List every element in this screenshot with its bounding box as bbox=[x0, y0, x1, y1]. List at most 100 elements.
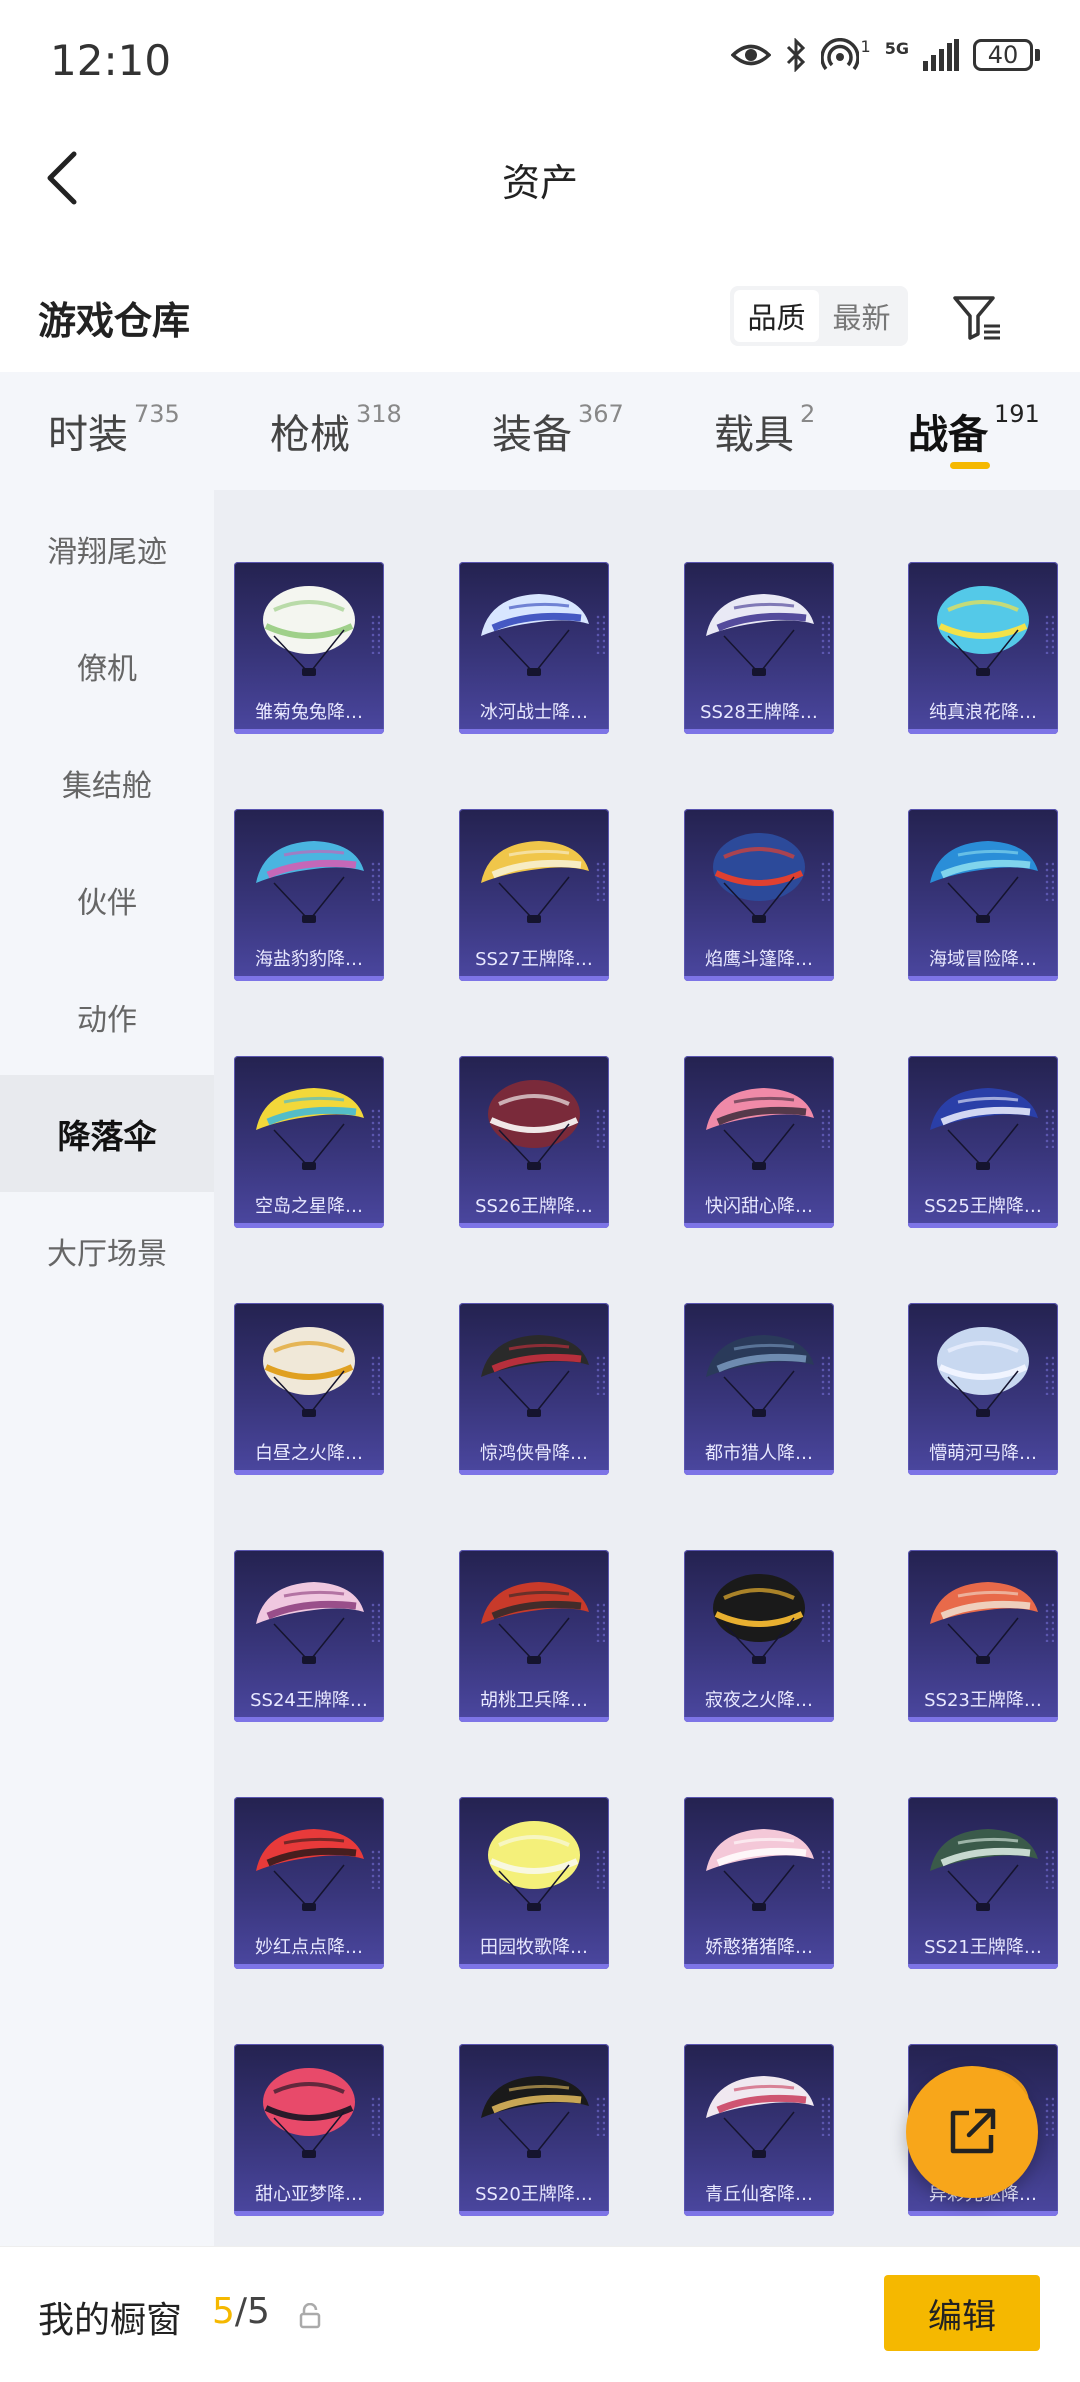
side-item-parachute[interactable]: 降落伞 bbox=[0, 1075, 214, 1192]
item-name: 娇憨猪猪降… bbox=[705, 1937, 813, 1957]
item-card[interactable]: SS25王牌降… bbox=[908, 1056, 1058, 1228]
side-item-wingman[interactable]: 僚机 bbox=[0, 607, 214, 724]
card-rarity-bar bbox=[234, 1470, 384, 1475]
item-card[interactable]: SS21王牌降… bbox=[908, 1797, 1058, 1969]
tab-count: 367 bbox=[578, 400, 624, 428]
card-rarity-bar bbox=[459, 2211, 609, 2216]
card-decoration bbox=[820, 1849, 830, 1889]
sort-by-newest[interactable]: 最新 bbox=[819, 290, 904, 342]
parachute-icon bbox=[263, 1327, 355, 1417]
tab-count: 735 bbox=[134, 400, 180, 428]
share-fab[interactable] bbox=[906, 2066, 1038, 2198]
parachute-icon bbox=[481, 1335, 589, 1417]
battery-level: 40 bbox=[987, 41, 1019, 69]
page-title: 资产 bbox=[501, 161, 578, 205]
item-card[interactable]: SS24王牌降… bbox=[234, 1550, 384, 1722]
card-decoration bbox=[820, 861, 830, 901]
card-decoration bbox=[370, 1355, 380, 1395]
parachute-icon bbox=[706, 594, 814, 676]
item-card[interactable]: 寂夜之火降… bbox=[684, 1550, 834, 1722]
card-decoration bbox=[595, 1602, 605, 1642]
item-name: 冰河战士降… bbox=[480, 702, 588, 722]
side-item-companion[interactable]: 伙伴 bbox=[0, 841, 214, 958]
card-decoration bbox=[370, 861, 380, 901]
item-card[interactable]: 雏菊兔兔降… bbox=[234, 562, 384, 734]
filter-button[interactable] bbox=[946, 286, 1010, 350]
category-tabs: 时装 735 枪械 318 装备 367 载具 2 战备 191 bbox=[0, 372, 1080, 490]
tab-equipment[interactable]: 装备 367 bbox=[492, 400, 624, 460]
card-rarity-bar bbox=[684, 1470, 834, 1475]
card-decoration bbox=[1044, 1602, 1054, 1642]
parachute-icon bbox=[937, 1327, 1029, 1417]
nav-bar: 资产 bbox=[0, 126, 1080, 226]
item-card[interactable]: 懵萌河马降… bbox=[908, 1303, 1058, 1475]
parachute-icon bbox=[706, 1088, 814, 1170]
card-rarity-bar bbox=[459, 1964, 609, 1969]
item-card[interactable]: 空岛之星降… bbox=[234, 1056, 384, 1228]
card-rarity-bar bbox=[684, 1717, 834, 1722]
item-card[interactable]: 海域冒险降… bbox=[908, 809, 1058, 981]
parachute-icon bbox=[930, 841, 1038, 923]
item-card[interactable]: SS20王牌降… bbox=[459, 2044, 609, 2216]
item-name: 田园牧歌降… bbox=[480, 1937, 588, 1957]
item-card[interactable]: 青丘仙客降… bbox=[684, 2044, 834, 2216]
filter-icon bbox=[953, 296, 1000, 340]
item-card[interactable]: 快闪甜心降… bbox=[684, 1056, 834, 1228]
side-item-assembly-pod[interactable]: 集结舱 bbox=[0, 724, 214, 841]
item-card[interactable]: 惊鸿侠骨降… bbox=[459, 1303, 609, 1475]
item-name: SS27王牌降… bbox=[475, 949, 593, 969]
hotspot-icon bbox=[820, 38, 859, 71]
parachute-icon bbox=[263, 2068, 355, 2158]
tab-label: 载具 bbox=[714, 412, 794, 458]
parachute-icon bbox=[488, 1080, 580, 1170]
item-name: SS26王牌降… bbox=[475, 1196, 593, 1216]
warehouse-header: 游戏仓库 品质 最新 bbox=[0, 268, 1080, 368]
tab-count: 2 bbox=[800, 400, 816, 428]
item-card[interactable]: 田园牧歌降… bbox=[459, 1797, 609, 1969]
item-name: 海域冒险降… bbox=[929, 949, 1037, 969]
item-card[interactable]: 纯真浪花降… bbox=[908, 562, 1058, 734]
item-card[interactable]: 海盐豹豹降… bbox=[234, 809, 384, 981]
item-card[interactable]: SS28王牌降… bbox=[684, 562, 834, 734]
card-rarity-bar bbox=[459, 1470, 609, 1475]
card-rarity-bar bbox=[684, 1964, 834, 1969]
item-name: 懵萌河马降… bbox=[929, 1443, 1037, 1463]
tab-label: 时装 bbox=[48, 412, 128, 458]
card-rarity-bar bbox=[908, 1717, 1058, 1722]
tab-vehicles[interactable]: 载具 2 bbox=[714, 400, 816, 460]
item-card[interactable]: 胡桃卫兵降… bbox=[459, 1550, 609, 1722]
item-name: 甜心亚梦降… bbox=[255, 2184, 363, 2204]
item-card[interactable]: SS26王牌降… bbox=[459, 1056, 609, 1228]
item-card[interactable]: 娇憨猪猪降… bbox=[684, 1797, 834, 1969]
parachute-icon bbox=[937, 586, 1029, 676]
card-decoration bbox=[1044, 1355, 1054, 1395]
card-rarity-bar bbox=[459, 1223, 609, 1228]
sort-by-quality[interactable]: 品质 bbox=[734, 290, 819, 342]
tab-guns[interactable]: 枪械 318 bbox=[270, 400, 402, 460]
item-card[interactable]: 甜心亚梦降… bbox=[234, 2044, 384, 2216]
tab-battle-gear[interactable]: 战备 191 bbox=[908, 400, 1040, 460]
tab-label: 枪械 bbox=[270, 412, 350, 458]
item-card[interactable]: 妙红点点降… bbox=[234, 1797, 384, 1969]
item-name: SS23王牌降… bbox=[924, 1690, 1042, 1710]
card-rarity-bar bbox=[908, 2211, 1058, 2216]
item-card[interactable]: 焰鹰斗篷降… bbox=[684, 809, 834, 981]
side-item-lobby-scene[interactable]: 大厅场景 bbox=[0, 1192, 214, 1309]
side-item-emote[interactable]: 动作 bbox=[0, 958, 214, 1075]
card-decoration bbox=[820, 1355, 830, 1395]
card-rarity-bar bbox=[908, 976, 1058, 981]
card-decoration bbox=[595, 1355, 605, 1395]
item-card[interactable]: SS27王牌降… bbox=[459, 809, 609, 981]
card-decoration bbox=[595, 1849, 605, 1889]
item-name: 妙红点点降… bbox=[255, 1937, 363, 1957]
edit-button[interactable]: 编辑 bbox=[884, 2275, 1040, 2351]
item-card[interactable]: SS23王牌降… bbox=[908, 1550, 1058, 1722]
tab-fashion[interactable]: 时装 735 bbox=[48, 400, 180, 460]
side-item-glide-trail[interactable]: 滑翔尾迹 bbox=[0, 490, 214, 607]
item-card[interactable]: 白昼之火降… bbox=[234, 1303, 384, 1475]
parachute-icon bbox=[706, 2076, 814, 2158]
showcase-label: 我的橱窗 bbox=[38, 2300, 183, 2341]
item-card[interactable]: 冰河战士降… bbox=[459, 562, 609, 734]
card-decoration bbox=[370, 1849, 380, 1889]
item-card[interactable]: 都市猎人降… bbox=[684, 1303, 834, 1475]
